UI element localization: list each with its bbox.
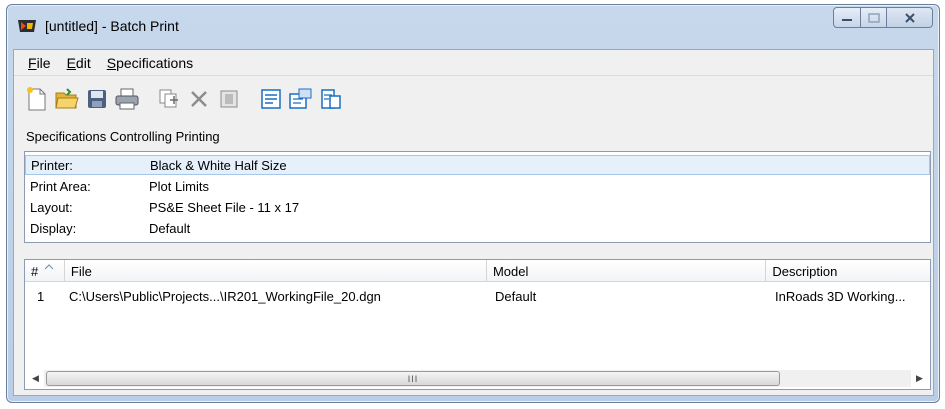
client-area: File Edit Specifications Specifications …: [13, 49, 934, 396]
column-header-model[interactable]: Model: [487, 260, 767, 282]
menu-bar: File Edit Specifications: [14, 50, 933, 76]
add-files-icon[interactable]: [156, 84, 182, 114]
spec-row-display[interactable]: Display: Default: [25, 218, 930, 238]
spec-key: Layout:: [30, 199, 73, 215]
specifications-heading: Specifications Controlling Printing: [26, 129, 220, 144]
properties-icon[interactable]: [216, 84, 242, 114]
sort-ascending-icon: [45, 264, 53, 270]
cell-description: InRoads 3D Working...: [775, 288, 906, 304]
title-bar[interactable]: [untitled] - Batch Print: [7, 5, 939, 45]
file-list: # File Model Description 1 C:\Users\Publ…: [24, 259, 931, 390]
open-folder-icon[interactable]: [54, 84, 80, 114]
table-row[interactable]: 1 C:\Users\Public\Projects...\IR201_Work…: [25, 286, 930, 306]
spec-value: PS&E Sheet File - 11 x 17: [149, 199, 300, 215]
file-list-header: # File Model Description: [25, 260, 930, 282]
scroll-grip: III: [407, 373, 419, 384]
menu-file[interactable]: File: [20, 53, 59, 73]
spec-value: Default: [149, 220, 191, 236]
batch-preview-icon[interactable]: [318, 84, 344, 114]
app-icon: [17, 18, 37, 34]
scroll-right-arrow-icon[interactable]: ▶: [911, 370, 928, 387]
minimize-button[interactable]: [833, 7, 861, 28]
batch-print-window: [untitled] - Batch Print File Edit Speci…: [6, 4, 940, 403]
delete-icon[interactable]: [186, 84, 212, 114]
cell-number: 1: [37, 288, 45, 304]
maximize-button[interactable]: [861, 7, 887, 28]
preview-icon[interactable]: [258, 84, 284, 114]
cell-model: Default: [495, 288, 537, 304]
column-header-description[interactable]: Description: [766, 260, 930, 282]
spec-key: Print Area:: [30, 178, 91, 194]
column-header-file[interactable]: File: [65, 260, 487, 282]
spec-row-print-area[interactable]: Print Area: Plot Limits: [25, 176, 930, 196]
close-button[interactable]: [887, 7, 933, 28]
horizontal-scrollbar[interactable]: ◀ III ▶: [27, 370, 928, 387]
save-icon[interactable]: [84, 84, 110, 114]
spec-row-printer[interactable]: Printer: Black & White Half Size: [25, 155, 930, 175]
scroll-thumb[interactable]: III: [46, 371, 780, 386]
spec-key: Printer:: [31, 157, 73, 173]
column-label: #: [31, 263, 39, 279]
toolbar: [24, 80, 348, 118]
spec-value: Plot Limits: [149, 178, 209, 194]
print-icon[interactable]: [114, 84, 140, 114]
caption-buttons: [833, 7, 933, 29]
cell-file: C:\Users\Public\Projects...\IR201_Workin…: [69, 288, 381, 304]
scroll-track[interactable]: III: [44, 370, 911, 387]
specifications-list: Printer: Black & White Half Size Print A…: [24, 151, 931, 243]
window-title: [untitled] - Batch Print: [45, 18, 179, 34]
spec-row-layout[interactable]: Layout: PS&E Sheet File - 11 x 17: [25, 197, 930, 217]
spec-key: Display:: [30, 220, 77, 236]
column-header-number[interactable]: #: [25, 260, 65, 282]
menu-edit[interactable]: Edit: [59, 53, 99, 73]
scroll-left-arrow-icon[interactable]: ◀: [27, 370, 44, 387]
menu-specifications[interactable]: Specifications: [99, 53, 201, 73]
spec-value: Black & White Half Size: [150, 157, 287, 173]
new-file-icon[interactable]: [24, 84, 50, 114]
print-setup-icon[interactable]: [288, 84, 314, 114]
